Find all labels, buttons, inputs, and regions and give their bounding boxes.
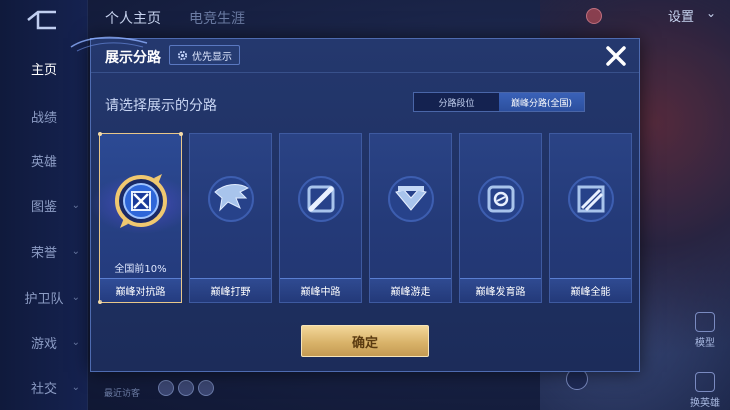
recent-visitor-avatars <box>158 380 214 396</box>
hexagon-emblem-icon <box>568 176 614 222</box>
lane-card-support[interactable]: 巅峰游走 <box>369 133 452 303</box>
toggle-option-peak-lane[interactable]: 巅峰分路(全国) <box>499 93 584 111</box>
sidebar-item-heroes[interactable]: 英雄 <box>0 145 88 175</box>
lane-card-mid[interactable]: 巅峰中路 <box>279 133 362 303</box>
chevron-down-icon: ⌄ <box>71 336 80 348</box>
sidebar: 主页 战绩 英雄 图鉴 ⌄ 荣誉 ⌄ 护卫队 ⌄ 游戏 ⌄ 社交 ⌄ <box>0 0 88 410</box>
sword-shield-emblem-icon <box>115 174 167 228</box>
target-emblem-icon <box>478 176 524 222</box>
dialog-header: 展示分路 优先显示 <box>91 39 639 73</box>
sidebar-item-social[interactable]: 社交 ⌄ <box>0 372 88 402</box>
top-tabs: 个人主页 电竞生涯 <box>105 8 245 28</box>
avatar[interactable] <box>198 380 214 396</box>
tab-profile[interactable]: 个人主页 <box>105 8 161 28</box>
staff-emblem-icon <box>298 176 344 222</box>
toggle-option-lane-rank[interactable]: 分路段位 <box>414 93 499 111</box>
wings-emblem-icon <box>388 176 434 222</box>
lane-type-toggle: 分路段位 巅峰分路(全国) <box>413 92 585 112</box>
lane-card-label: 巅峰发育路 <box>460 278 541 302</box>
dialog-subtitle: 请选择展示的分路 <box>105 98 217 114</box>
model-button[interactable]: 模型 <box>688 312 722 349</box>
corner-gem <box>179 132 183 136</box>
chevron-down-icon: ⌄ <box>71 381 80 393</box>
avatar[interactable] <box>158 380 174 396</box>
avatar[interactable] <box>586 8 602 24</box>
rank-text: 全国前10% <box>114 264 167 275</box>
sidebar-item-collection[interactable]: 图鉴 ⌄ <box>0 190 88 220</box>
chevron-down-icon: ⌄ <box>71 199 80 211</box>
close-icon[interactable] <box>603 43 629 69</box>
lane-display-dialog: 展示分路 优先显示 请选择展示的分路 分路段位 巅峰分路(全国) 全国前10% … <box>70 36 640 372</box>
corner-gem <box>98 132 102 136</box>
sidebar-item-honor[interactable]: 荣誉 ⌄ <box>0 236 88 266</box>
swap-icon <box>695 372 715 392</box>
sidebar-item-home[interactable]: 主页 <box>0 53 88 83</box>
chevron-down-icon: ⌄ <box>71 291 80 303</box>
lane-card-label: 巅峰对抗路 <box>100 278 181 302</box>
lane-card-bottom[interactable]: 巅峰发育路 <box>459 133 542 303</box>
gear-icon <box>177 50 188 60</box>
lane-card-top[interactable]: 全国前10% 巅峰对抗路 <box>90 132 194 304</box>
lane-card-label: 巅峰全能 <box>550 278 631 302</box>
avatar[interactable] <box>178 380 194 396</box>
lane-card-label: 巅峰游走 <box>370 278 451 302</box>
lane-card-all-round[interactable]: 巅峰全能 <box>549 133 632 303</box>
dialog-title: 展示分路 <box>105 50 161 66</box>
lane-card-label: 巅峰打野 <box>190 278 271 302</box>
settings-button[interactable]: 设置 <box>668 6 694 25</box>
swap-hero-button[interactable]: 换英雄 <box>688 372 722 409</box>
back-icon[interactable] <box>22 8 62 32</box>
tab-esports[interactable]: 电竞生涯 <box>189 8 245 28</box>
sidebar-item-guard[interactable]: 护卫队 ⌄ <box>0 282 88 312</box>
sidebar-item-games[interactable]: 游戏 ⌄ <box>0 327 88 357</box>
lane-card-jungle[interactable]: 巅峰打野 <box>189 133 272 303</box>
beast-head-emblem-icon <box>208 176 254 222</box>
confirm-button[interactable]: 确定 <box>301 325 429 357</box>
recent-visit-label: 最近访客 <box>104 389 141 399</box>
lane-card-label: 巅峰中路 <box>280 278 361 302</box>
chevron-down-icon[interactable]: ⌄ <box>706 6 716 20</box>
priority-display-button[interactable]: 优先显示 <box>169 45 240 65</box>
model-icon <box>695 312 715 332</box>
sidebar-item-record[interactable]: 战绩 <box>0 101 88 131</box>
chevron-down-icon: ⌄ <box>71 245 80 257</box>
